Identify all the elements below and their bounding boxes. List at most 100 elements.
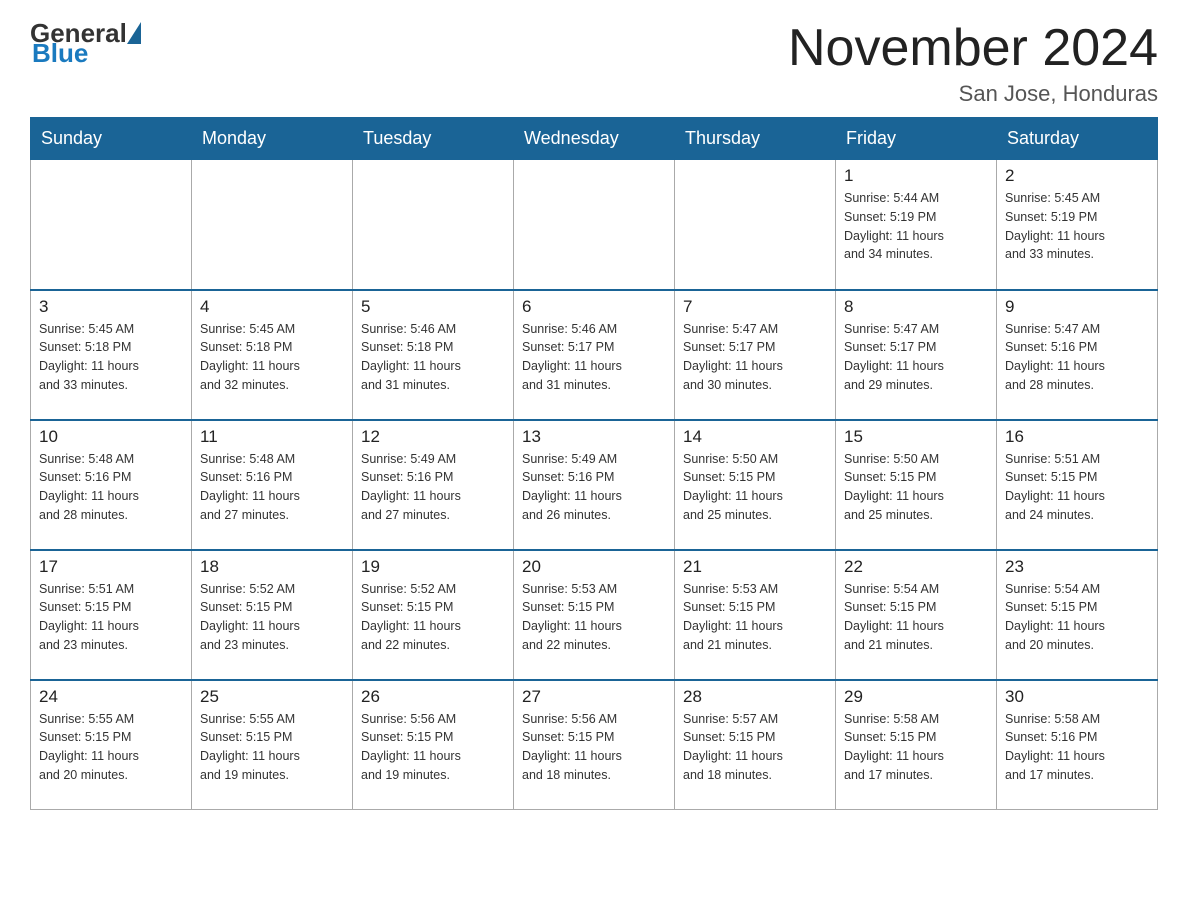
day-info: Sunrise: 5:48 AMSunset: 5:16 PMDaylight:… bbox=[39, 450, 183, 525]
day-number: 18 bbox=[200, 557, 344, 577]
title-area: November 2024 San Jose, Honduras bbox=[788, 20, 1158, 107]
location: San Jose, Honduras bbox=[788, 81, 1158, 107]
logo-triangle-icon bbox=[127, 22, 141, 44]
table-row: 30 Sunrise: 5:58 AMSunset: 5:16 PMDayligh… bbox=[997, 680, 1158, 810]
table-row: 15Sunrise: 5:50 AMSunset: 5:15 PMDayligh… bbox=[836, 420, 997, 550]
day-number: 30 bbox=[1005, 687, 1149, 707]
day-number: 7 bbox=[683, 297, 827, 317]
calendar-week-row: 24Sunrise: 5:55 AMSunset: 5:15 PMDayligh… bbox=[31, 680, 1158, 810]
day-info: Sunrise: 5:49 AMSunset: 5:16 PMDaylight:… bbox=[522, 450, 666, 525]
day-number: 22 bbox=[844, 557, 988, 577]
day-info: Sunrise: 5:45 AMSunset: 5:18 PMDaylight:… bbox=[39, 320, 183, 395]
table-row: 5 Sunrise: 5:46 AMSunset: 5:18 PMDaylight… bbox=[353, 290, 514, 420]
day-info: Sunrise: 5:47 AMSunset: 5:17 PMDaylight:… bbox=[844, 320, 988, 395]
day-number: 20 bbox=[522, 557, 666, 577]
day-number: 3 bbox=[39, 297, 183, 317]
table-row: 28 Sunrise: 5:57 AMSunset: 5:15 PMDayligh… bbox=[675, 680, 836, 810]
day-info: Sunrise: 5:54 AMSunset: 5:15 PMDaylight:… bbox=[1005, 580, 1149, 655]
day-info: Sunrise: 5:56 AMSunset: 5:15 PMDaylight:… bbox=[522, 710, 666, 785]
table-row bbox=[514, 160, 675, 290]
table-row bbox=[192, 160, 353, 290]
day-number: 11 bbox=[200, 427, 344, 447]
day-number: 29 bbox=[844, 687, 988, 707]
day-number: 14 bbox=[683, 427, 827, 447]
table-row: 3 Sunrise: 5:45 AMSunset: 5:18 PMDaylight… bbox=[31, 290, 192, 420]
table-row: 18 Sunrise: 5:52 AMSunset: 5:15 PMDayligh… bbox=[192, 550, 353, 680]
table-row: 23 Sunrise: 5:54 AMSunset: 5:15 PMDayligh… bbox=[997, 550, 1158, 680]
day-info: Sunrise: 5:50 AMSunset: 5:15 PMDaylight:… bbox=[683, 450, 827, 525]
table-row: 22 Sunrise: 5:54 AMSunset: 5:15 PMDayligh… bbox=[836, 550, 997, 680]
day-info: Sunrise: 5:45 AMSunset: 5:18 PMDaylight:… bbox=[200, 320, 344, 395]
table-row: 13Sunrise: 5:49 AMSunset: 5:16 PMDayligh… bbox=[514, 420, 675, 550]
table-row: 10 Sunrise: 5:48 AMSunset: 5:16 PMDayligh… bbox=[31, 420, 192, 550]
table-row: 19 Sunrise: 5:52 AMSunset: 5:15 PMDayligh… bbox=[353, 550, 514, 680]
day-number: 28 bbox=[683, 687, 827, 707]
day-info: Sunrise: 5:54 AMSunset: 5:15 PMDaylight:… bbox=[844, 580, 988, 655]
day-info: Sunrise: 5:50 AMSunset: 5:15 PMDaylight:… bbox=[844, 450, 988, 525]
day-number: 23 bbox=[1005, 557, 1149, 577]
table-row bbox=[353, 160, 514, 290]
day-number: 2 bbox=[1005, 166, 1149, 186]
table-row: 20 Sunrise: 5:53 AMSunset: 5:15 PMDayligh… bbox=[514, 550, 675, 680]
day-info: Sunrise: 5:55 AMSunset: 5:15 PMDaylight:… bbox=[200, 710, 344, 785]
day-number: 8 bbox=[844, 297, 988, 317]
table-row: 11 Sunrise: 5:48 AMSunset: 5:16 PMDayligh… bbox=[192, 420, 353, 550]
table-row bbox=[31, 160, 192, 290]
table-row: 12 Sunrise: 5:49 AMSunset: 5:16 PMDayligh… bbox=[353, 420, 514, 550]
header-wednesday: Wednesday bbox=[514, 118, 675, 160]
table-row: 24Sunrise: 5:55 AMSunset: 5:15 PMDayligh… bbox=[31, 680, 192, 810]
day-info: Sunrise: 5:47 AMSunset: 5:16 PMDaylight:… bbox=[1005, 320, 1149, 395]
header-thursday: Thursday bbox=[675, 118, 836, 160]
day-info: Sunrise: 5:58 AMSunset: 5:15 PMDaylight:… bbox=[844, 710, 988, 785]
day-number: 5 bbox=[361, 297, 505, 317]
weekday-header-row: Sunday Monday Tuesday Wednesday Thursday… bbox=[31, 118, 1158, 160]
day-info: Sunrise: 5:52 AMSunset: 5:15 PMDaylight:… bbox=[200, 580, 344, 655]
calendar-week-row: 17 Sunrise: 5:51 AMSunset: 5:15 PMDayligh… bbox=[31, 550, 1158, 680]
header-saturday: Saturday bbox=[997, 118, 1158, 160]
header: General Blue November 2024 San Jose, Hon… bbox=[30, 20, 1158, 107]
day-number: 19 bbox=[361, 557, 505, 577]
day-info: Sunrise: 5:52 AMSunset: 5:15 PMDaylight:… bbox=[361, 580, 505, 655]
header-tuesday: Tuesday bbox=[353, 118, 514, 160]
day-info: Sunrise: 5:56 AMSunset: 5:15 PMDaylight:… bbox=[361, 710, 505, 785]
day-info: Sunrise: 5:53 AMSunset: 5:15 PMDaylight:… bbox=[522, 580, 666, 655]
table-row bbox=[675, 160, 836, 290]
day-info: Sunrise: 5:51 AMSunset: 5:15 PMDaylight:… bbox=[39, 580, 183, 655]
day-info: Sunrise: 5:49 AMSunset: 5:16 PMDaylight:… bbox=[361, 450, 505, 525]
day-number: 10 bbox=[39, 427, 183, 447]
table-row: 17 Sunrise: 5:51 AMSunset: 5:15 PMDayligh… bbox=[31, 550, 192, 680]
header-monday: Monday bbox=[192, 118, 353, 160]
logo: General Blue bbox=[30, 20, 141, 66]
calendar-week-row: 10 Sunrise: 5:48 AMSunset: 5:16 PMDayligh… bbox=[31, 420, 1158, 550]
day-number: 17 bbox=[39, 557, 183, 577]
day-number: 1 bbox=[844, 166, 988, 186]
table-row: 6Sunrise: 5:46 AMSunset: 5:17 PMDaylight… bbox=[514, 290, 675, 420]
header-friday: Friday bbox=[836, 118, 997, 160]
day-info: Sunrise: 5:48 AMSunset: 5:16 PMDaylight:… bbox=[200, 450, 344, 525]
day-number: 4 bbox=[200, 297, 344, 317]
day-number: 25 bbox=[200, 687, 344, 707]
table-row: 7Sunrise: 5:47 AMSunset: 5:17 PMDaylight… bbox=[675, 290, 836, 420]
day-info: Sunrise: 5:55 AMSunset: 5:15 PMDaylight:… bbox=[39, 710, 183, 785]
calendar-week-row: 1 Sunrise: 5:44 AMSunset: 5:19 PMDaylight… bbox=[31, 160, 1158, 290]
table-row: 2 Sunrise: 5:45 AMSunset: 5:19 PMDaylight… bbox=[997, 160, 1158, 290]
day-info: Sunrise: 5:51 AMSunset: 5:15 PMDaylight:… bbox=[1005, 450, 1149, 525]
header-sunday: Sunday bbox=[31, 118, 192, 160]
table-row: 27 Sunrise: 5:56 AMSunset: 5:15 PMDayligh… bbox=[514, 680, 675, 810]
calendar: Sunday Monday Tuesday Wednesday Thursday… bbox=[30, 117, 1158, 810]
table-row: 1 Sunrise: 5:44 AMSunset: 5:19 PMDaylight… bbox=[836, 160, 997, 290]
day-info: Sunrise: 5:45 AMSunset: 5:19 PMDaylight:… bbox=[1005, 189, 1149, 264]
month-title: November 2024 bbox=[788, 20, 1158, 77]
day-number: 9 bbox=[1005, 297, 1149, 317]
day-info: Sunrise: 5:46 AMSunset: 5:18 PMDaylight:… bbox=[361, 320, 505, 395]
table-row: 4 Sunrise: 5:45 AMSunset: 5:18 PMDaylight… bbox=[192, 290, 353, 420]
day-info: Sunrise: 5:44 AMSunset: 5:19 PMDaylight:… bbox=[844, 189, 988, 264]
calendar-week-row: 3 Sunrise: 5:45 AMSunset: 5:18 PMDaylight… bbox=[31, 290, 1158, 420]
day-info: Sunrise: 5:57 AMSunset: 5:15 PMDaylight:… bbox=[683, 710, 827, 785]
day-number: 21 bbox=[683, 557, 827, 577]
day-number: 6 bbox=[522, 297, 666, 317]
day-number: 12 bbox=[361, 427, 505, 447]
day-info: Sunrise: 5:58 AMSunset: 5:16 PMDaylight:… bbox=[1005, 710, 1149, 785]
day-number: 27 bbox=[522, 687, 666, 707]
table-row: 26Sunrise: 5:56 AMSunset: 5:15 PMDayligh… bbox=[353, 680, 514, 810]
